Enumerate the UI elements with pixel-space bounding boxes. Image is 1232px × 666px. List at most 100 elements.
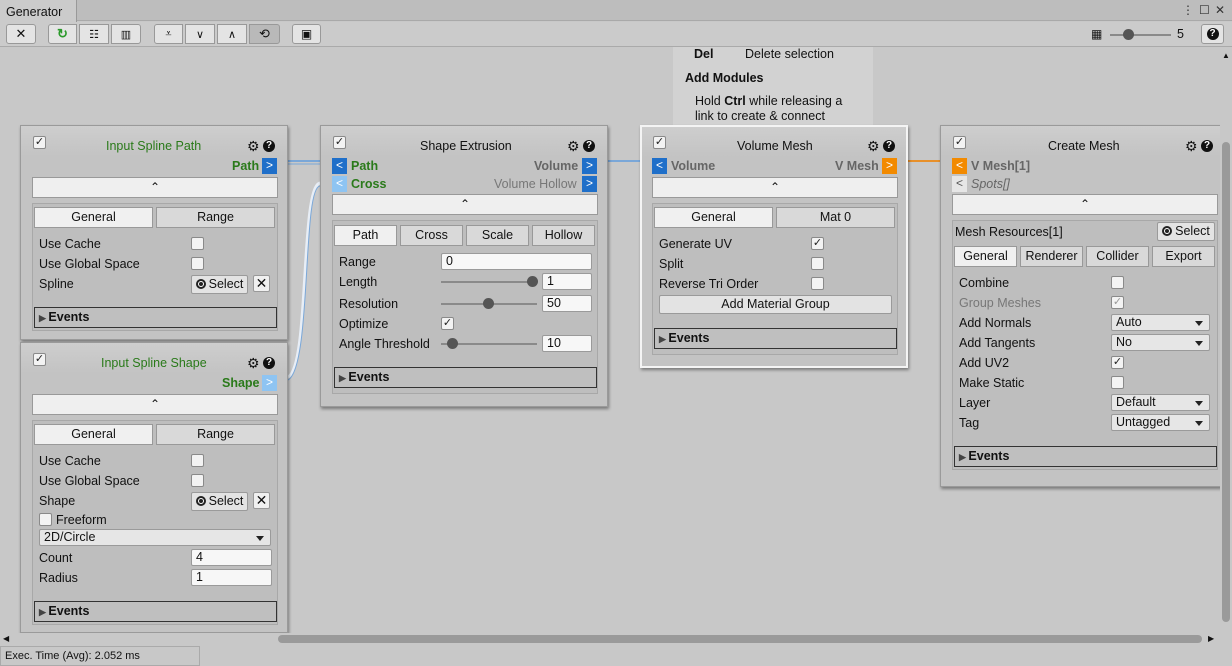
make-static-checkbox[interactable]	[1111, 376, 1124, 389]
collapse-button[interactable]: ⌃	[652, 177, 898, 198]
help-icon[interactable]: ?	[583, 140, 595, 152]
angle-slider-knob[interactable]	[447, 338, 458, 349]
split-checkbox[interactable]	[811, 257, 824, 270]
use-global-space-checkbox[interactable]	[191, 474, 204, 487]
generate-uv-checkbox[interactable]: ✓	[811, 237, 824, 250]
expand-button[interactable]: ∨	[185, 24, 215, 44]
input-port-spots[interactable]: <	[952, 176, 967, 192]
tag-dropdown[interactable]: Untagged	[1111, 414, 1210, 431]
clear-shape-button[interactable]: ✕	[253, 492, 270, 509]
grid-icon[interactable]: ▦	[1091, 27, 1102, 41]
scroll-up-icon[interactable]: ▲	[1222, 51, 1230, 60]
output-port-path[interactable]: >	[262, 158, 277, 174]
collapse-button[interactable]: ⌃	[32, 177, 278, 198]
vertical-scroll-thumb[interactable]	[1222, 142, 1230, 622]
help-button[interactable]: ?	[1201, 24, 1224, 44]
tab-range[interactable]: Range	[156, 207, 275, 228]
layer-dropdown[interactable]: Default	[1111, 394, 1210, 411]
count-field[interactable]: 4	[191, 549, 272, 566]
tab-cross[interactable]: Cross	[400, 225, 463, 246]
length-slider-knob[interactable]	[527, 276, 538, 287]
tab-mat-0[interactable]: Mat 0	[776, 207, 895, 228]
scroll-left-icon[interactable]: ◀	[3, 634, 9, 643]
gear-icon[interactable]: ⚙	[1185, 139, 1198, 153]
tab-export[interactable]: Export	[1152, 246, 1215, 267]
tab-scale[interactable]: Scale	[466, 225, 529, 246]
mesh-select-button[interactable]: Select	[1157, 222, 1215, 241]
vertical-scrollbar[interactable]: ▲	[1220, 47, 1232, 633]
events-foldout[interactable]: ▶ Events	[654, 328, 897, 349]
events-foldout[interactable]: ▶ Events	[954, 446, 1217, 467]
node-input-spline-shape[interactable]: ✓ Input Spline Shape ⚙ ? Shape > ⌃ Gener…	[20, 342, 288, 633]
angle-field[interactable]: 10	[542, 335, 592, 352]
use-cache-checkbox[interactable]	[191, 237, 204, 250]
tab-general[interactable]: General	[954, 246, 1017, 267]
output-port-volume-hollow[interactable]: >	[582, 176, 597, 192]
tab-general[interactable]: General	[34, 424, 153, 445]
node-enabled-checkbox[interactable]: ✓	[33, 136, 46, 149]
expand-all-button[interactable]: ⩡	[154, 24, 183, 44]
zoom-slider-knob[interactable]	[1123, 29, 1134, 40]
gear-icon[interactable]: ⚙	[867, 139, 880, 153]
node-enabled-checkbox[interactable]: ✓	[653, 136, 666, 149]
output-port-shape[interactable]: >	[262, 375, 277, 391]
use-global-space-checkbox[interactable]	[191, 257, 204, 270]
scroll-right-icon[interactable]: ▶	[1208, 634, 1214, 643]
tab-path[interactable]: Path	[334, 225, 397, 246]
help-icon[interactable]: ?	[883, 140, 895, 152]
node-volume-mesh[interactable]: ✓ Volume Mesh ⚙ ? < Volume V Mesh > ⌃ Ge…	[640, 125, 908, 368]
resolution-field[interactable]: 50	[542, 295, 592, 312]
collapse-button[interactable]: ∧	[217, 24, 247, 44]
resolution-slider-knob[interactable]	[483, 298, 494, 309]
add-uv2-checkbox[interactable]: ✓	[1111, 356, 1124, 369]
spline-select-button[interactable]: Select	[191, 275, 248, 294]
events-foldout[interactable]: ▶ Events	[34, 601, 277, 622]
input-port-path[interactable]: <	[332, 158, 347, 174]
help-icon[interactable]: ?	[1201, 140, 1213, 152]
collapse-button[interactable]: ⌃	[32, 394, 278, 415]
zoom-slider[interactable]	[1110, 34, 1171, 36]
range-field[interactable]: 0	[441, 253, 592, 270]
help-icon[interactable]: ?	[263, 357, 275, 369]
combine-checkbox[interactable]	[1111, 276, 1124, 289]
horizontal-scroll-thumb[interactable]	[278, 635, 1202, 643]
node-enabled-checkbox[interactable]: ✓	[953, 136, 966, 149]
node-input-spline-path[interactable]: ✓ Input Spline Path ⚙ ? Path > ⌃ General…	[20, 125, 288, 340]
length-slider[interactable]	[441, 281, 537, 283]
reverse-tri-order-checkbox[interactable]	[811, 277, 824, 290]
node-create-mesh[interactable]: ✓ Create Mesh ⚙ ? < V Mesh[1] < Spots[] …	[940, 125, 1222, 487]
optimize-checkbox[interactable]: ✓	[441, 317, 454, 330]
gear-icon[interactable]: ⚙	[247, 139, 260, 153]
tab-renderer[interactable]: Renderer	[1020, 246, 1083, 267]
shape-preset-dropdown[interactable]: 2D/Circle	[39, 529, 271, 546]
output-port-vmesh[interactable]: >	[882, 158, 897, 174]
tab-generator[interactable]: Generator	[0, 0, 77, 22]
horizontal-scrollbar[interactable]: ◀ ▶	[0, 633, 1220, 646]
sync-button[interactable]: ⟲	[249, 24, 280, 44]
add-normals-dropdown[interactable]: Auto	[1111, 314, 1210, 331]
shape-select-button[interactable]: Select	[191, 492, 248, 511]
node-shape-extrusion[interactable]: ✓ Shape Extrusion ⚙ ? < Path Volume > < …	[320, 125, 608, 407]
add-tangents-dropdown[interactable]: No	[1111, 334, 1210, 351]
collapse-button[interactable]: ⌃	[952, 194, 1218, 215]
more-icon[interactable]: ⋮	[1182, 3, 1194, 17]
gear-icon[interactable]: ⚙	[567, 139, 580, 153]
node-enabled-checkbox[interactable]: ✓	[333, 136, 346, 149]
input-port-volume[interactable]: <	[652, 158, 667, 174]
collapse-button[interactable]: ⌃	[332, 194, 598, 215]
input-port-vmesh[interactable]: <	[952, 158, 967, 174]
freeform-checkbox[interactable]	[39, 513, 52, 526]
output-port-volume[interactable]: >	[582, 158, 597, 174]
tab-general[interactable]: General	[34, 207, 153, 228]
events-foldout[interactable]: ▶ Events	[334, 367, 597, 388]
tree-button[interactable]: ☷	[79, 24, 109, 44]
stats-button[interactable]: ▥	[111, 24, 141, 44]
clear-spline-button[interactable]: ✕	[253, 275, 270, 292]
refresh-button[interactable]: ↻	[48, 24, 77, 44]
events-foldout[interactable]: ▶ Events	[34, 307, 277, 328]
clear-button[interactable]: ✕	[6, 24, 36, 44]
tab-collider[interactable]: Collider	[1086, 246, 1149, 267]
help-icon[interactable]: ?	[263, 140, 275, 152]
gear-icon[interactable]: ⚙	[247, 356, 260, 370]
use-cache-checkbox[interactable]	[191, 454, 204, 467]
